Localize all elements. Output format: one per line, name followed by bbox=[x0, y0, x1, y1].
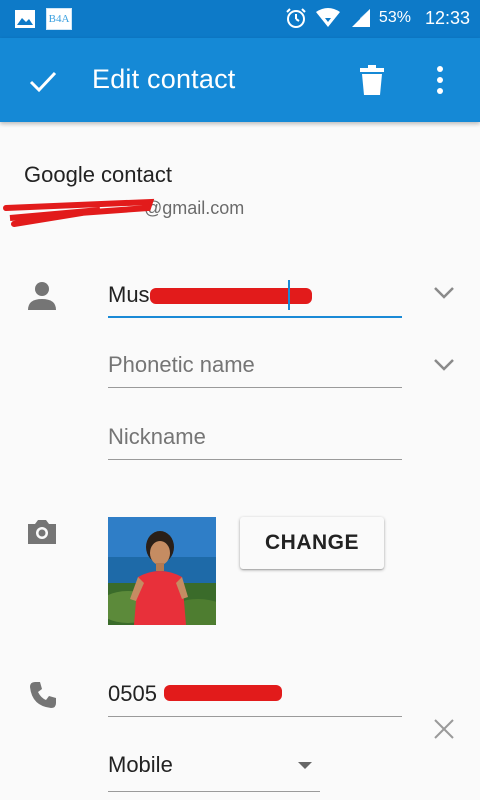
phone-number-field[interactable]: 0505 bbox=[108, 673, 402, 717]
contact-photo[interactable] bbox=[108, 517, 216, 625]
clock: 12:33 bbox=[424, 7, 470, 28]
nickname-field[interactable]: Nickname bbox=[108, 416, 402, 460]
email-redaction bbox=[3, 198, 155, 227]
nickname-placeholder: Nickname bbox=[108, 424, 206, 449]
phonetic-name-field[interactable]: Phonetic name bbox=[108, 344, 402, 388]
page-title: Edit contact bbox=[92, 64, 236, 94]
camera-icon bbox=[28, 520, 56, 544]
phone-type-value: Mobile bbox=[108, 752, 173, 777]
b4a-label: B4A bbox=[48, 13, 70, 25]
b4a-app-icon: B4A bbox=[46, 8, 72, 30]
phone-type-select[interactable]: Mobile bbox=[108, 744, 320, 792]
trash-icon[interactable] bbox=[358, 64, 386, 96]
check-icon[interactable] bbox=[28, 66, 58, 96]
name-value: Mus bbox=[108, 282, 150, 307]
phone-redaction bbox=[164, 685, 282, 701]
close-icon[interactable] bbox=[433, 718, 455, 740]
phone-number-value: 0505 bbox=[108, 681, 157, 706]
dropdown-arrow-icon bbox=[298, 762, 312, 769]
person-icon bbox=[28, 282, 56, 310]
change-photo-button[interactable]: CHANGE bbox=[240, 517, 384, 569]
alarm-icon bbox=[286, 8, 306, 28]
wifi-icon bbox=[315, 8, 340, 27]
phone-icon bbox=[30, 682, 56, 708]
battery-level: 53% bbox=[378, 9, 411, 26]
text-cursor bbox=[288, 280, 290, 310]
app-toolbar: Edit contact bbox=[0, 38, 480, 122]
chevron-down-icon[interactable] bbox=[433, 286, 455, 300]
notification-icons: B4A bbox=[14, 8, 72, 30]
signal-icon bbox=[351, 9, 370, 27]
more-vert-icon[interactable] bbox=[428, 62, 452, 98]
account-type: Google contact bbox=[24, 162, 172, 187]
status-indicators: 53% 12:33 bbox=[285, 7, 470, 29]
chevron-down-icon[interactable] bbox=[433, 358, 455, 372]
image-notification-icon bbox=[15, 10, 35, 28]
status-bar: B4A 53% 12:33 bbox=[0, 0, 480, 38]
phonetic-name-placeholder: Phonetic name bbox=[108, 352, 255, 377]
name-field[interactable]: Mus bbox=[108, 274, 402, 318]
